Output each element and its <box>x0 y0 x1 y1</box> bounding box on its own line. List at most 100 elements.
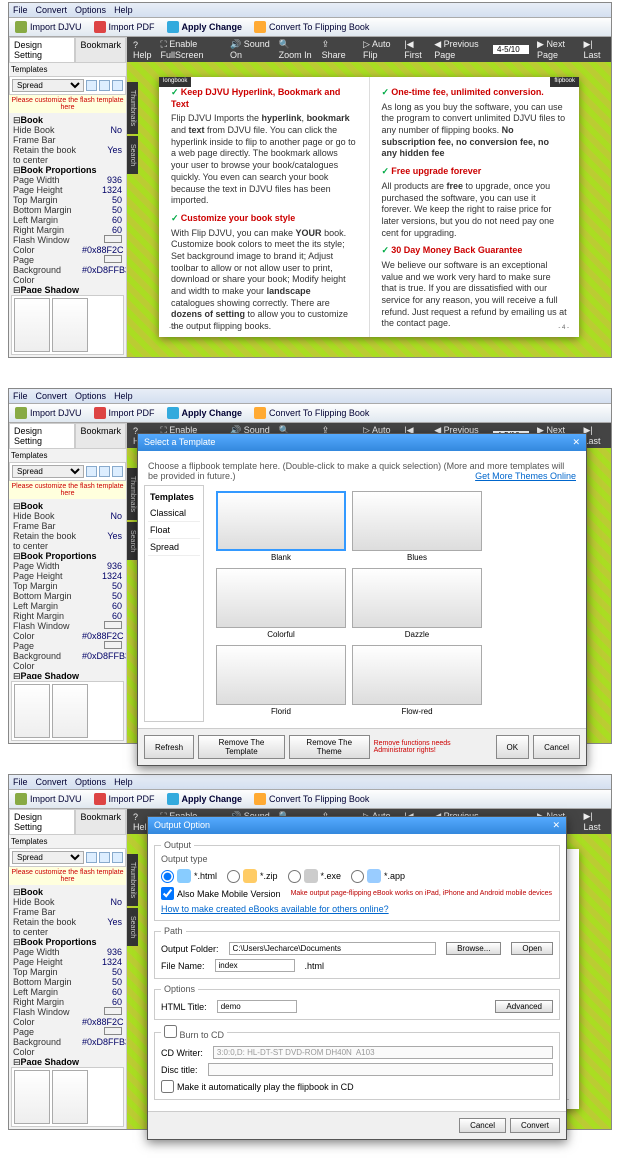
remove-template-button[interactable]: Remove The Template <box>198 735 285 759</box>
filename-input[interactable] <box>215 959 295 972</box>
prop-row[interactable]: Bottom Margin50 <box>11 977 124 987</box>
template-item-florid[interactable]: Florid <box>216 645 346 716</box>
prop-row[interactable]: Top Margin50 <box>11 967 124 977</box>
prop-row[interactable]: Right Margin60 <box>11 225 124 235</box>
prop-row[interactable]: Retain the book to centerYes <box>11 145 124 165</box>
prop-row[interactable]: Retain the book to centerYes <box>11 917 124 937</box>
prop-row[interactable]: Page Shadow <box>11 285 124 293</box>
prop-row[interactable]: Book <box>11 501 124 511</box>
first-page-button[interactable]: |◀ First <box>404 39 426 60</box>
prop-row[interactable]: Flash Window Color #0x88F2C <box>11 235 124 255</box>
flipbook[interactable]: longbook ✓ Keep DJVU Hyperlink, Bookmark… <box>159 77 579 337</box>
prop-row[interactable]: Page Width936 <box>11 175 124 185</box>
advanced-button[interactable]: Advanced <box>495 1000 553 1013</box>
close-icon[interactable]: ✕ <box>552 820 560 831</box>
prop-row[interactable]: Top Margin50 <box>11 195 124 205</box>
menu-help[interactable]: Help <box>114 5 133 15</box>
prop-row[interactable]: Page Background Color #0xD8FFB3 <box>11 641 124 671</box>
prop-row[interactable]: Left Margin60 <box>11 601 124 611</box>
sound-button[interactable]: 🔊 Sound On <box>230 39 271 60</box>
prop-row[interactable]: Top Margin50 <box>11 581 124 591</box>
open-button[interactable]: Open <box>511 942 553 955</box>
fullscreen-button[interactable]: ⛶ Enable FullScreen <box>160 39 222 60</box>
convert-button[interactable]: Convert <box>510 1118 560 1133</box>
autoplay-checkbox[interactable]: Make it automatically play the flipbook … <box>161 1080 354 1093</box>
prop-row[interactable]: Left Margin60 <box>11 987 124 997</box>
prop-row[interactable]: Bottom Margin50 <box>11 205 124 215</box>
prop-row[interactable]: Bottom Margin50 <box>11 591 124 601</box>
prop-row[interactable]: Hide Book Frame BarNo <box>11 897 124 917</box>
help-button[interactable]: ? Help <box>133 40 152 60</box>
prop-row[interactable]: Page Shadow <box>11 1057 124 1065</box>
prop-row[interactable]: Flash Window Color #0x88F2C <box>11 1007 124 1027</box>
prop-row[interactable]: Book Proportions <box>11 937 124 947</box>
cancel-button[interactable]: Cancel <box>459 1118 506 1133</box>
tab-bookmark[interactable]: Bookmark <box>75 37 126 62</box>
more-themes-link[interactable]: Get More Themes Online <box>475 471 576 481</box>
share-button[interactable]: ⇪ Share <box>322 39 347 60</box>
mobile-checkbox[interactable]: Also Make Mobile Version <box>161 887 281 900</box>
import-pdf-button[interactable]: Import PDF <box>94 21 155 33</box>
prop-row[interactable]: Hide Book Frame BarNo <box>11 511 124 531</box>
template-browse-icon[interactable] <box>86 80 97 91</box>
type-html[interactable]: *.html <box>161 869 217 883</box>
prop-row[interactable]: Page Background Color #0xD8FFB3 <box>11 1027 124 1057</box>
type-app[interactable]: *.app <box>351 869 405 883</box>
prop-row[interactable]: Book <box>11 887 124 897</box>
menu-options[interactable]: Options <box>75 5 106 15</box>
property-grid[interactable]: BookHide Book Frame BarNoRetain the book… <box>9 113 126 293</box>
browse-button[interactable]: Browse... <box>446 942 501 955</box>
next-page-button[interactable]: ▶ Next Page <box>537 39 575 60</box>
import-djvu-button[interactable]: Import DJVU <box>15 21 82 33</box>
autoflip-button[interactable]: ▷ Auto Flip <box>363 39 396 60</box>
category-float[interactable]: Float <box>148 522 200 539</box>
search-tab[interactable]: Search <box>127 136 138 174</box>
zoom-button[interactable]: 🔍 Zoom In <box>279 39 314 60</box>
burn-cd-checkbox[interactable]: Burn to CD <box>164 1030 224 1040</box>
prop-row[interactable]: Left Margin60 <box>11 215 124 225</box>
thumbnails-tab[interactable]: Thumbnails <box>127 82 138 134</box>
prop-row[interactable]: Page Width936 <box>11 561 124 571</box>
template-export-icon[interactable] <box>112 80 123 91</box>
template-save-icon[interactable] <box>99 80 110 91</box>
category-spread[interactable]: Spread <box>148 539 200 556</box>
prop-row[interactable]: Page Shadow <box>11 671 124 679</box>
convert-button[interactable]: Convert To Flipping Book <box>254 21 369 33</box>
ok-button[interactable]: OK <box>496 735 530 759</box>
prop-row[interactable]: Page Height1324 <box>11 957 124 967</box>
prop-row[interactable]: Retain the book to centerYes <box>11 531 124 551</box>
close-icon[interactable]: ✕ <box>572 437 580 448</box>
template-item-blank[interactable]: Blank <box>216 491 346 562</box>
page-input[interactable] <box>493 45 529 54</box>
prop-row[interactable]: Hide Book Frame BarNo <box>11 125 124 145</box>
prop-row[interactable]: Page Height1324 <box>11 185 124 195</box>
menu-convert[interactable]: Convert <box>36 5 68 15</box>
template-item-colorful[interactable]: Colorful <box>216 568 346 639</box>
type-zip[interactable]: *.zip <box>227 869 278 883</box>
template-item-dazzle[interactable]: Dazzle <box>352 568 482 639</box>
output-folder-input[interactable] <box>229 942 437 955</box>
prop-row[interactable]: Right Margin60 <box>11 997 124 1007</box>
last-page-button[interactable]: ▶| Last <box>583 39 605 60</box>
category-classical[interactable]: Classical <box>148 505 200 522</box>
template-item-flow-red[interactable]: Flow-red <box>352 645 482 716</box>
refresh-button[interactable]: Refresh <box>144 735 194 759</box>
prop-row[interactable]: Flash Window Color #0x88F2C <box>11 621 124 641</box>
prop-row[interactable]: Book Proportions <box>11 551 124 561</box>
prop-row[interactable]: Book <box>11 115 124 125</box>
prop-row[interactable]: Page Height1324 <box>11 571 124 581</box>
apply-change-button[interactable]: Apply Change <box>167 21 243 33</box>
prop-row[interactable]: Page Width936 <box>11 947 124 957</box>
template-select[interactable]: Spread <box>12 79 84 92</box>
prop-row[interactable]: Right Margin60 <box>11 611 124 621</box>
prop-row[interactable]: Book Proportions <box>11 165 124 175</box>
prev-page-button[interactable]: ◀ Previous Page <box>434 39 485 60</box>
html-title-input[interactable] <box>217 1000 297 1013</box>
tab-design-setting[interactable]: Design Setting <box>9 37 75 62</box>
cancel-button[interactable]: Cancel <box>533 735 580 759</box>
remove-theme-button[interactable]: Remove The Theme <box>289 735 370 759</box>
menu-file[interactable]: File <box>13 5 28 15</box>
prop-row[interactable]: Page Background Color #0xD8FFB3 <box>11 255 124 285</box>
howto-link[interactable]: How to make created eBooks available for… <box>161 904 389 914</box>
template-item-blues[interactable]: Blues <box>352 491 482 562</box>
